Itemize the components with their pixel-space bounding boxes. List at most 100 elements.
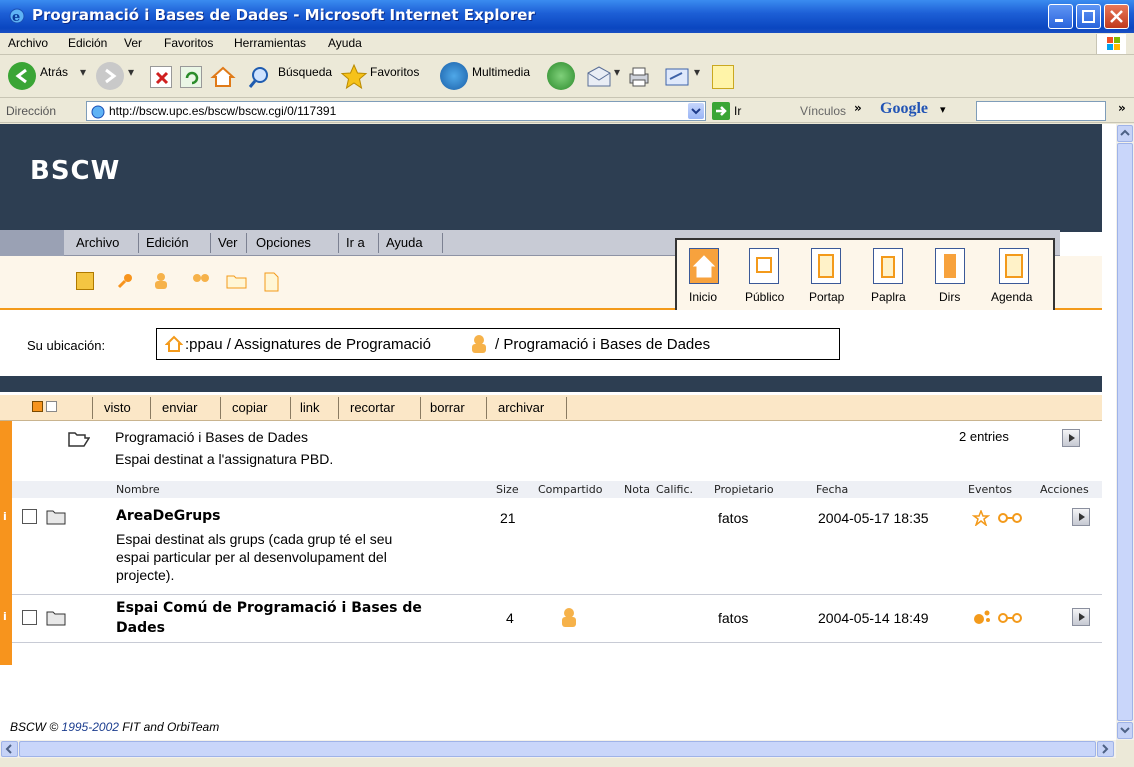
bscw-menu-opciones[interactable]: Opciones [256,235,311,250]
messenger-icon[interactable] [712,65,734,89]
col-nombre[interactable]: Nombre [116,483,160,496]
action-recortar[interactable]: recortar [350,400,395,415]
folder-icon[interactable] [226,272,247,290]
action-copiar[interactable]: copiar [232,400,267,415]
menu-ver[interactable]: Ver [124,36,142,50]
inicio-home-icon[interactable] [689,248,719,284]
group-talk-icon[interactable] [190,272,209,290]
nav-agenda-label[interactable]: Agenda [991,290,1032,304]
nav-inicio-label[interactable]: Inicio [689,290,717,304]
bscw-menu-edicion[interactable]: Edición [146,235,189,250]
row-name-continued[interactable]: Dades [116,620,165,636]
action-link[interactable]: link [300,400,320,415]
menu-edicion[interactable]: Edición [68,36,107,50]
row-owner[interactable]: fatos [718,610,748,626]
bscw-menu-archivo[interactable]: Archivo [76,235,119,250]
select-all-icon[interactable] [32,401,43,412]
google-dropdown-icon[interactable]: ▾ [940,103,946,116]
action-visto[interactable]: visto [104,400,131,415]
scroll-right-icon[interactable] [1097,741,1114,757]
go-button[interactable]: Ir [734,104,741,118]
new-event-icon[interactable] [972,510,990,526]
row-checkbox[interactable] [22,610,37,625]
history-icon[interactable] [547,62,575,90]
scroll-thumb[interactable] [1117,143,1133,721]
action-archivar[interactable]: archivar [498,400,544,415]
row-actions-arrow-icon[interactable] [1072,508,1090,526]
folder-actions-arrow-icon[interactable] [1062,429,1080,447]
menu-ayuda[interactable]: Ayuda [328,36,362,50]
read-event-glasses-icon[interactable] [996,612,1026,624]
forward-icon[interactable] [96,62,124,90]
bscw-menu-ayuda[interactable]: Ayuda [386,235,423,250]
menu-favoritos[interactable]: Favoritos [164,36,213,50]
back-label[interactable]: Atrás [40,65,68,79]
refresh-icon[interactable] [180,66,202,88]
bscw-menu-ir-a[interactable]: Ir a [346,235,365,250]
maximize-button[interactable] [1076,4,1101,29]
favorites-label[interactable]: Favoritos [370,65,419,79]
nav-publico-label[interactable]: Público [745,290,784,304]
mail-icon[interactable] [586,65,612,89]
media-icon[interactable] [440,62,468,90]
shared-group-icon[interactable] [558,606,580,628]
media-label[interactable]: Multimedia [472,65,530,79]
paplra-trash-icon[interactable] [873,248,903,284]
folder-icon[interactable] [46,610,66,626]
group-icon[interactable] [152,272,170,290]
edit-icon[interactable] [664,65,690,89]
scroll-left-icon[interactable] [1,741,18,757]
info-badge[interactable]: i [3,610,7,623]
row-actions-arrow-icon[interactable] [1072,608,1090,626]
read-event-glasses-icon[interactable] [996,512,1026,524]
action-borrar[interactable]: borrar [430,400,465,415]
scroll-down-icon[interactable] [1117,722,1133,739]
google-logo[interactable]: Google [880,100,928,118]
col-calific[interactable]: Calific. [656,483,693,496]
search-icon[interactable] [248,64,274,90]
row-checkbox[interactable] [22,509,37,524]
col-propietario[interactable]: Propietario [714,483,774,496]
google-search-input[interactable] [976,101,1106,121]
favorites-star-icon[interactable] [340,63,368,91]
footer-fit[interactable]: FIT [122,720,140,734]
bscw-menu-ver[interactable]: Ver [218,235,238,250]
key-icon[interactable] [116,272,134,290]
info-badge[interactable]: i [3,510,7,523]
close-button[interactable] [1104,4,1129,29]
document-icon[interactable] [262,272,280,292]
print-icon[interactable] [626,65,652,89]
col-eventos[interactable]: Eventos [968,483,1012,496]
breadcrumb-part-2[interactable]: / Programació i Bases de Dades [495,336,710,353]
col-fecha[interactable]: Fecha [816,483,848,496]
footer-years-link[interactable]: 1995-2002 [62,720,119,734]
info-icon[interactable] [76,272,94,290]
links-label[interactable]: Vínculos [800,104,846,118]
row-name[interactable]: Espai Comú de Programació i Bases de [116,600,422,616]
menu-herramientas[interactable]: Herramientas [234,36,306,50]
col-acciones[interactable]: Acciones [1040,483,1089,496]
stop-icon[interactable] [150,66,172,88]
search-label[interactable]: Búsqueda [278,65,332,79]
action-enviar[interactable]: enviar [162,400,197,415]
row-name[interactable]: AreaDeGrups [116,508,221,524]
portap-clipboard-icon[interactable] [811,248,841,284]
horizontal-scrollbar[interactable] [0,740,1116,758]
home-icon[interactable] [165,335,183,353]
nav-portap-label[interactable]: Portap [809,290,844,304]
back-icon[interactable] [8,62,36,90]
publico-icon[interactable] [749,248,779,284]
scroll-up-icon[interactable] [1117,125,1133,142]
nav-paplra-label[interactable]: Paplra [871,290,906,304]
back-dropdown-icon[interactable]: ▾ [80,65,86,79]
menu-archivo[interactable]: Archivo [8,36,48,50]
h-scroll-thumb[interactable] [19,741,1096,757]
dirs-book-icon[interactable] [935,248,965,284]
deselect-all-icon[interactable] [46,401,57,412]
breadcrumb-part-1[interactable]: :ppau / Assignatures de Programació [185,336,431,353]
row-owner[interactable]: fatos [718,510,748,526]
vertical-scrollbar[interactable] [1116,124,1134,740]
col-compartido[interactable]: Compartido [538,483,602,496]
edit-dropdown-icon[interactable]: ▾ [694,65,700,79]
toolbar-chevron-icon[interactable]: » [1118,101,1126,115]
